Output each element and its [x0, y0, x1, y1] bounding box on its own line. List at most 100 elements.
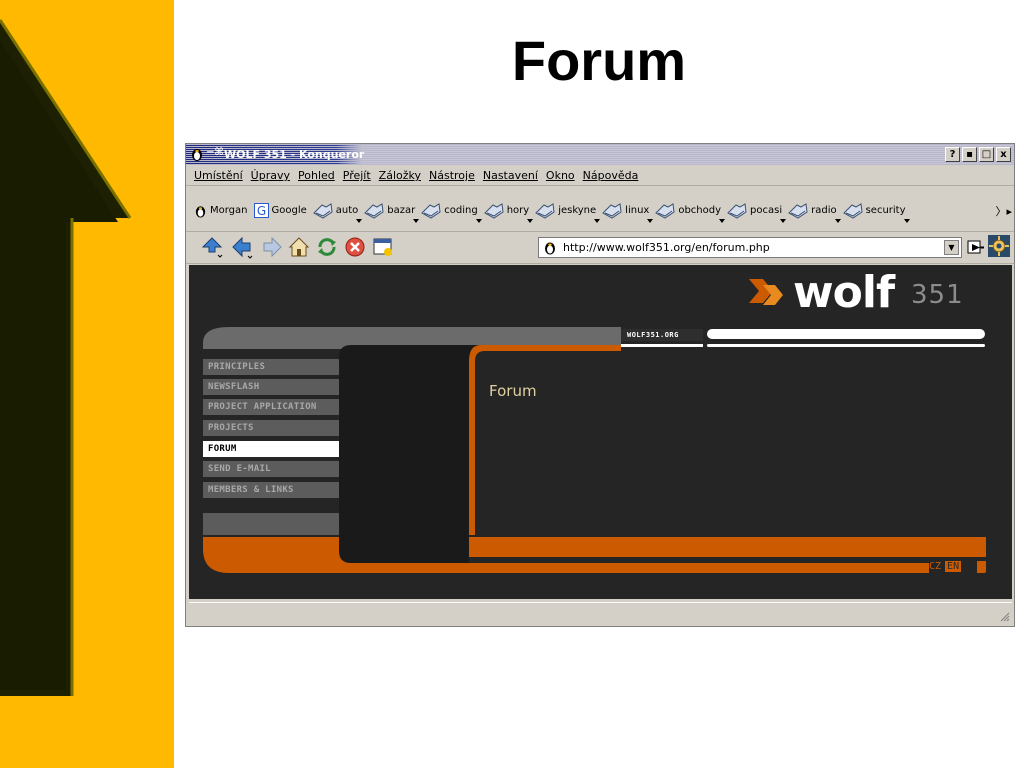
bookmark-label: security	[865, 205, 906, 216]
home-icon[interactable]	[287, 235, 311, 259]
bookmark-label: bazar	[387, 205, 416, 216]
window-title: WOLF 351 - Konqueror	[224, 148, 365, 161]
window-controls: ? ▪ □ x	[945, 147, 1011, 162]
go-icon[interactable]	[967, 239, 985, 256]
menu-item-go[interactable]: Přejít	[343, 169, 371, 182]
nav-newsflash[interactable]: NEWSFLASH	[203, 379, 339, 395]
bookmark-label: linux	[625, 205, 650, 216]
lang-cz-link[interactable]: CZ	[929, 561, 941, 572]
bookmark-folder-obchody[interactable]: obchody	[655, 198, 726, 224]
folder-icon	[312, 202, 333, 219]
menu-item-location[interactable]: Umístění	[194, 169, 243, 182]
resize-grip-icon[interactable]	[1000, 612, 1010, 622]
nav-project-application[interactable]: PROJECT APPLICATION	[203, 399, 339, 415]
bookmark-morgan[interactable]: Morgan	[194, 198, 248, 224]
wolf-logo-mark-icon	[749, 279, 783, 305]
up-arrow-icon	[0, 19, 132, 696]
bookmark-label: pocasi	[750, 205, 783, 216]
window-pin-icon[interactable]: −⌘	[206, 147, 224, 158]
bookmark-folder-hory[interactable]: hory	[483, 198, 534, 224]
site-domain-tab: WOLF351.ORG	[621, 329, 703, 341]
bookmark-google[interactable]: G Google	[253, 198, 307, 224]
main-toolbar: http://www.wolf351.org/en/forum.php ▼	[186, 232, 1014, 264]
chevron-down-icon	[413, 218, 420, 223]
bookmark-label: coding	[444, 205, 478, 216]
url-dropdown-button[interactable]: ▼	[944, 240, 959, 255]
chevron-down-icon	[834, 218, 841, 223]
new-window-icon[interactable]	[371, 235, 395, 259]
slide-background-band	[0, 0, 174, 768]
bookmark-label: Google	[271, 205, 307, 216]
bookmark-label: jeskyne	[558, 205, 597, 216]
nav-principles[interactable]: PRINCIPLES	[203, 359, 339, 375]
bookmark-folder-coding[interactable]: coding	[421, 198, 482, 224]
bookmark-label: obchody	[678, 205, 722, 216]
bookmark-folder-security[interactable]: security	[842, 198, 910, 224]
google-icon: G	[253, 203, 269, 218]
lang-en-link[interactable]: EN	[945, 561, 962, 572]
url-text: http://www.wolf351.org/en/forum.php	[563, 241, 770, 254]
bookmark-folder-linux[interactable]: linux	[602, 198, 654, 224]
help-button[interactable]: ?	[945, 147, 960, 162]
svg-text:G: G	[256, 204, 265, 218]
site-logo[interactable]: wolf	[793, 271, 895, 315]
folder-icon	[655, 202, 675, 219]
close-button[interactable]: x	[996, 147, 1011, 162]
chevron-down-icon	[527, 218, 534, 223]
more-bookmarks-arrow-icon[interactable]: 〉▸	[995, 203, 1012, 219]
chevron-down-icon	[903, 218, 910, 223]
up-icon[interactable]	[200, 235, 224, 259]
tux-icon[interactable]	[190, 147, 204, 161]
window-titlebar[interactable]: −⌘ WOLF 351 - Konqueror ? ▪ □ x	[186, 144, 1014, 165]
konqueror-gear-icon[interactable]	[987, 234, 1011, 258]
nav-members-links[interactable]: MEMBERS & LINKS	[203, 482, 339, 498]
bookmarks-toolbar: Morgan G Google auto bazar coding hory j…	[186, 190, 1014, 232]
bookmark-label: radio	[811, 205, 837, 216]
chevron-down-icon	[647, 218, 654, 223]
maximize-button[interactable]: □	[979, 147, 994, 162]
folder-icon	[421, 202, 441, 219]
nav-projects[interactable]: PROJECTS	[203, 420, 339, 436]
menu-item-window[interactable]: Okno	[546, 169, 575, 182]
status-bar	[189, 602, 1012, 624]
minimize-button[interactable]: ▪	[962, 147, 977, 162]
bookmark-folder-bazar[interactable]: bazar	[364, 198, 420, 224]
menu-bar: Umístění Úpravy Pohled Přejít Záložky Ná…	[186, 166, 1014, 186]
menu-item-view[interactable]: Pohled	[298, 169, 335, 182]
folder-icon	[364, 202, 384, 219]
folder-icon	[602, 202, 622, 219]
menu-item-settings[interactable]: Nastavení	[483, 169, 538, 182]
page-viewport: wolf 351 WOLF351.ORG PRINCIPLES NEWSFLAS…	[189, 265, 1012, 599]
bookmark-label: auto	[335, 205, 359, 216]
konqueror-window: −⌘ WOLF 351 - Konqueror ? ▪ □ x Umístění…	[185, 143, 1015, 627]
bookmark-folder-jeskyne[interactable]: jeskyne	[535, 198, 601, 224]
folder-icon	[842, 202, 863, 219]
menu-item-bookmarks[interactable]: Záložky	[379, 169, 421, 182]
menu-item-tools[interactable]: Nástroje	[429, 169, 475, 182]
chevron-down-icon	[475, 218, 482, 223]
slide-title: Forum	[511, 29, 687, 92]
nav-forum[interactable]: FORUM	[203, 441, 339, 457]
reload-icon[interactable]	[315, 235, 339, 259]
bookmark-folder-radio[interactable]: radio	[788, 198, 841, 224]
menu-item-edit[interactable]: Úpravy	[251, 169, 290, 182]
bookmark-folder-pocasi[interactable]: pocasi	[727, 198, 787, 224]
folder-icon	[788, 202, 808, 219]
menu-item-help[interactable]: Nápověda	[583, 169, 639, 182]
chevron-down-icon	[719, 218, 726, 223]
url-field[interactable]: http://www.wolf351.org/en/forum.php ▼	[538, 237, 962, 258]
forward-icon[interactable]	[260, 235, 284, 259]
site-logo-number: 351	[911, 280, 964, 310]
stop-icon[interactable]	[343, 235, 367, 259]
folder-icon	[727, 202, 747, 219]
chevron-down-icon	[356, 218, 363, 223]
language-switcher: CZ EN	[929, 561, 962, 572]
back-icon[interactable]	[230, 235, 254, 259]
chevron-down-icon	[780, 218, 787, 223]
bookmark-folder-auto[interactable]: auto	[312, 198, 363, 224]
nav-send-email[interactable]: SEND E-MAIL	[203, 461, 339, 477]
tux-icon	[545, 242, 555, 255]
chevron-down-icon	[594, 218, 601, 223]
bookmark-label: hory	[506, 205, 530, 216]
bookmark-label: Morgan	[210, 205, 248, 216]
